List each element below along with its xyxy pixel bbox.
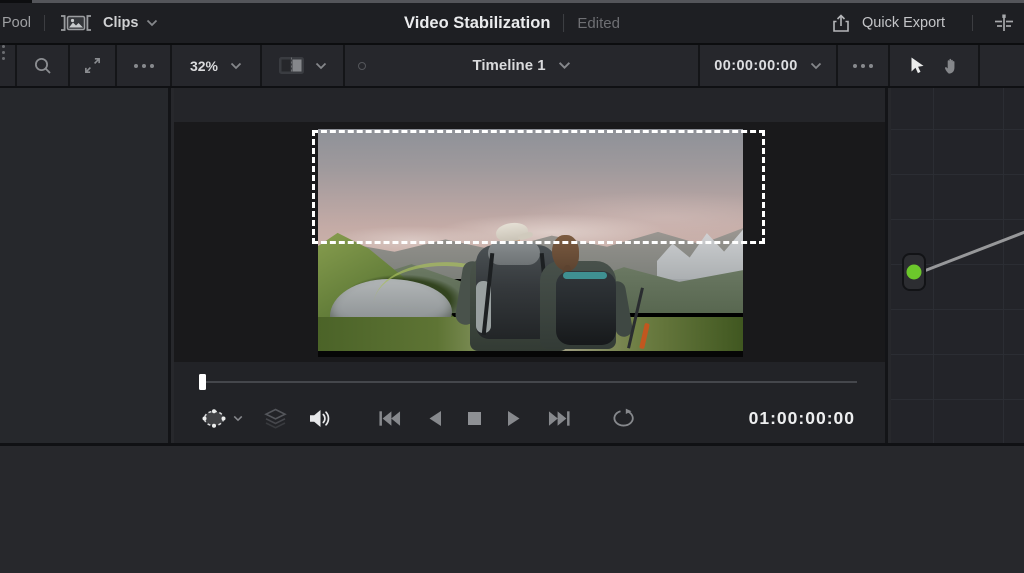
pointer-icon xyxy=(911,57,924,74)
keyframe-node-dot xyxy=(906,264,922,280)
go-to-start-button[interactable] xyxy=(378,410,401,427)
hiker-right-backpack-accent xyxy=(563,272,607,279)
play-button[interactable] xyxy=(507,410,523,427)
timeline-selector[interactable]: Timeline 1 xyxy=(345,45,700,86)
viewer-toolbar: 32% Timeline 1 00:00:00:00 xyxy=(0,45,1024,88)
spline-curve xyxy=(923,230,1024,273)
zoom-level-value: 32% xyxy=(189,57,219,74)
timeline-ring-icon xyxy=(358,61,366,70)
layers-icon xyxy=(264,408,287,429)
pointer-tool-button[interactable] xyxy=(907,56,925,75)
go-to-end-icon xyxy=(548,410,570,426)
page-title: Video Stabilization xyxy=(404,13,551,32)
top-bar-left-group: Pool Clips xyxy=(0,3,158,43)
divider xyxy=(563,14,565,32)
chevron-down-icon xyxy=(810,62,822,70)
scrub-track[interactable] xyxy=(200,381,857,383)
viewer-header xyxy=(174,88,885,122)
timeline-panel[interactable] xyxy=(0,446,1024,573)
play-icon xyxy=(508,410,520,426)
viewer-panel: 01:00:00:00 xyxy=(174,88,888,443)
search-icon xyxy=(33,56,53,76)
mute-button[interactable] xyxy=(308,409,331,428)
current-timecode: 01:00:00:00 xyxy=(748,407,855,428)
overflow-dots-icon xyxy=(0,45,17,86)
timeline-name: Timeline 1 xyxy=(472,57,546,74)
viewer-controls-left xyxy=(200,400,331,436)
go-to-start-icon xyxy=(379,410,401,426)
chevron-down-icon xyxy=(230,62,242,70)
transport-bar: 01:00:00:00 xyxy=(174,362,885,443)
split-view-dropdown[interactable] xyxy=(262,45,345,86)
search-button[interactable] xyxy=(17,45,70,86)
top-bar-right-group: Quick Export xyxy=(830,3,1024,43)
ellipsis-icon xyxy=(133,63,154,68)
clips-dropdown-label[interactable]: Clips xyxy=(103,15,138,31)
top-bar: Pool Clips Video Stabilization Edited Qu… xyxy=(0,3,1024,45)
play-reverse-button[interactable] xyxy=(426,410,442,427)
chevron-down-icon xyxy=(558,61,571,70)
chevron-down-icon xyxy=(233,415,243,421)
hand-icon xyxy=(944,58,955,74)
playhead-marker[interactable] xyxy=(199,374,206,390)
chevron-down-icon xyxy=(315,62,327,70)
transform-overlay-button[interactable] xyxy=(200,407,243,430)
keyframe-editor-panel[interactable] xyxy=(891,88,1024,443)
divider xyxy=(972,15,973,31)
export-icon[interactable] xyxy=(830,13,852,34)
spline-graph xyxy=(902,230,1024,291)
media-pool-tab-label[interactable]: Pool xyxy=(0,15,31,31)
zoom-level-dropdown[interactable]: 32% xyxy=(172,45,262,86)
loop-icon xyxy=(613,408,634,426)
project-title-group: Video Stabilization Edited xyxy=(404,3,620,43)
timeline-options-button[interactable] xyxy=(838,45,890,86)
loop-button[interactable] xyxy=(610,408,637,429)
stop-button[interactable] xyxy=(467,411,482,426)
divider xyxy=(44,15,46,31)
window-resize-strip xyxy=(0,0,1024,3)
media-pool-panel[interactable] xyxy=(0,88,171,443)
expand-icon xyxy=(83,56,102,75)
pointer-tools-group xyxy=(890,45,980,86)
quick-export-button[interactable]: Quick Export xyxy=(862,15,945,31)
stop-icon xyxy=(468,411,481,425)
split-view-icon xyxy=(278,56,305,75)
playback-controls xyxy=(378,400,637,436)
adjust-settings-icon[interactable] xyxy=(992,13,1016,33)
hiker-left-backpack-top xyxy=(488,241,540,265)
expand-viewer-button[interactable] xyxy=(70,45,117,86)
ellipsis-icon xyxy=(853,63,873,68)
viewer-options-button[interactable] xyxy=(117,45,172,86)
clips-view-icon[interactable] xyxy=(58,13,94,33)
layers-button[interactable] xyxy=(263,407,288,430)
transform-overlay-icon xyxy=(202,408,226,428)
hand-tool-button[interactable] xyxy=(942,56,961,75)
go-to-end-button[interactable] xyxy=(548,410,571,427)
source-timecode-value: 00:00:00:00 xyxy=(714,57,798,74)
hiker-right-backpack xyxy=(556,271,616,345)
chevron-down-icon[interactable] xyxy=(146,19,158,27)
video-letterbox xyxy=(318,351,743,357)
viewer-picture-area xyxy=(174,122,885,362)
project-status-label: Edited xyxy=(577,14,620,32)
play-reverse-icon xyxy=(429,410,441,426)
stabilization-selection-box[interactable] xyxy=(312,130,765,244)
resize-handle[interactable] xyxy=(32,0,1024,3)
source-timecode-dropdown[interactable]: 00:00:00:00 xyxy=(700,45,838,86)
speaker-icon xyxy=(310,409,330,427)
